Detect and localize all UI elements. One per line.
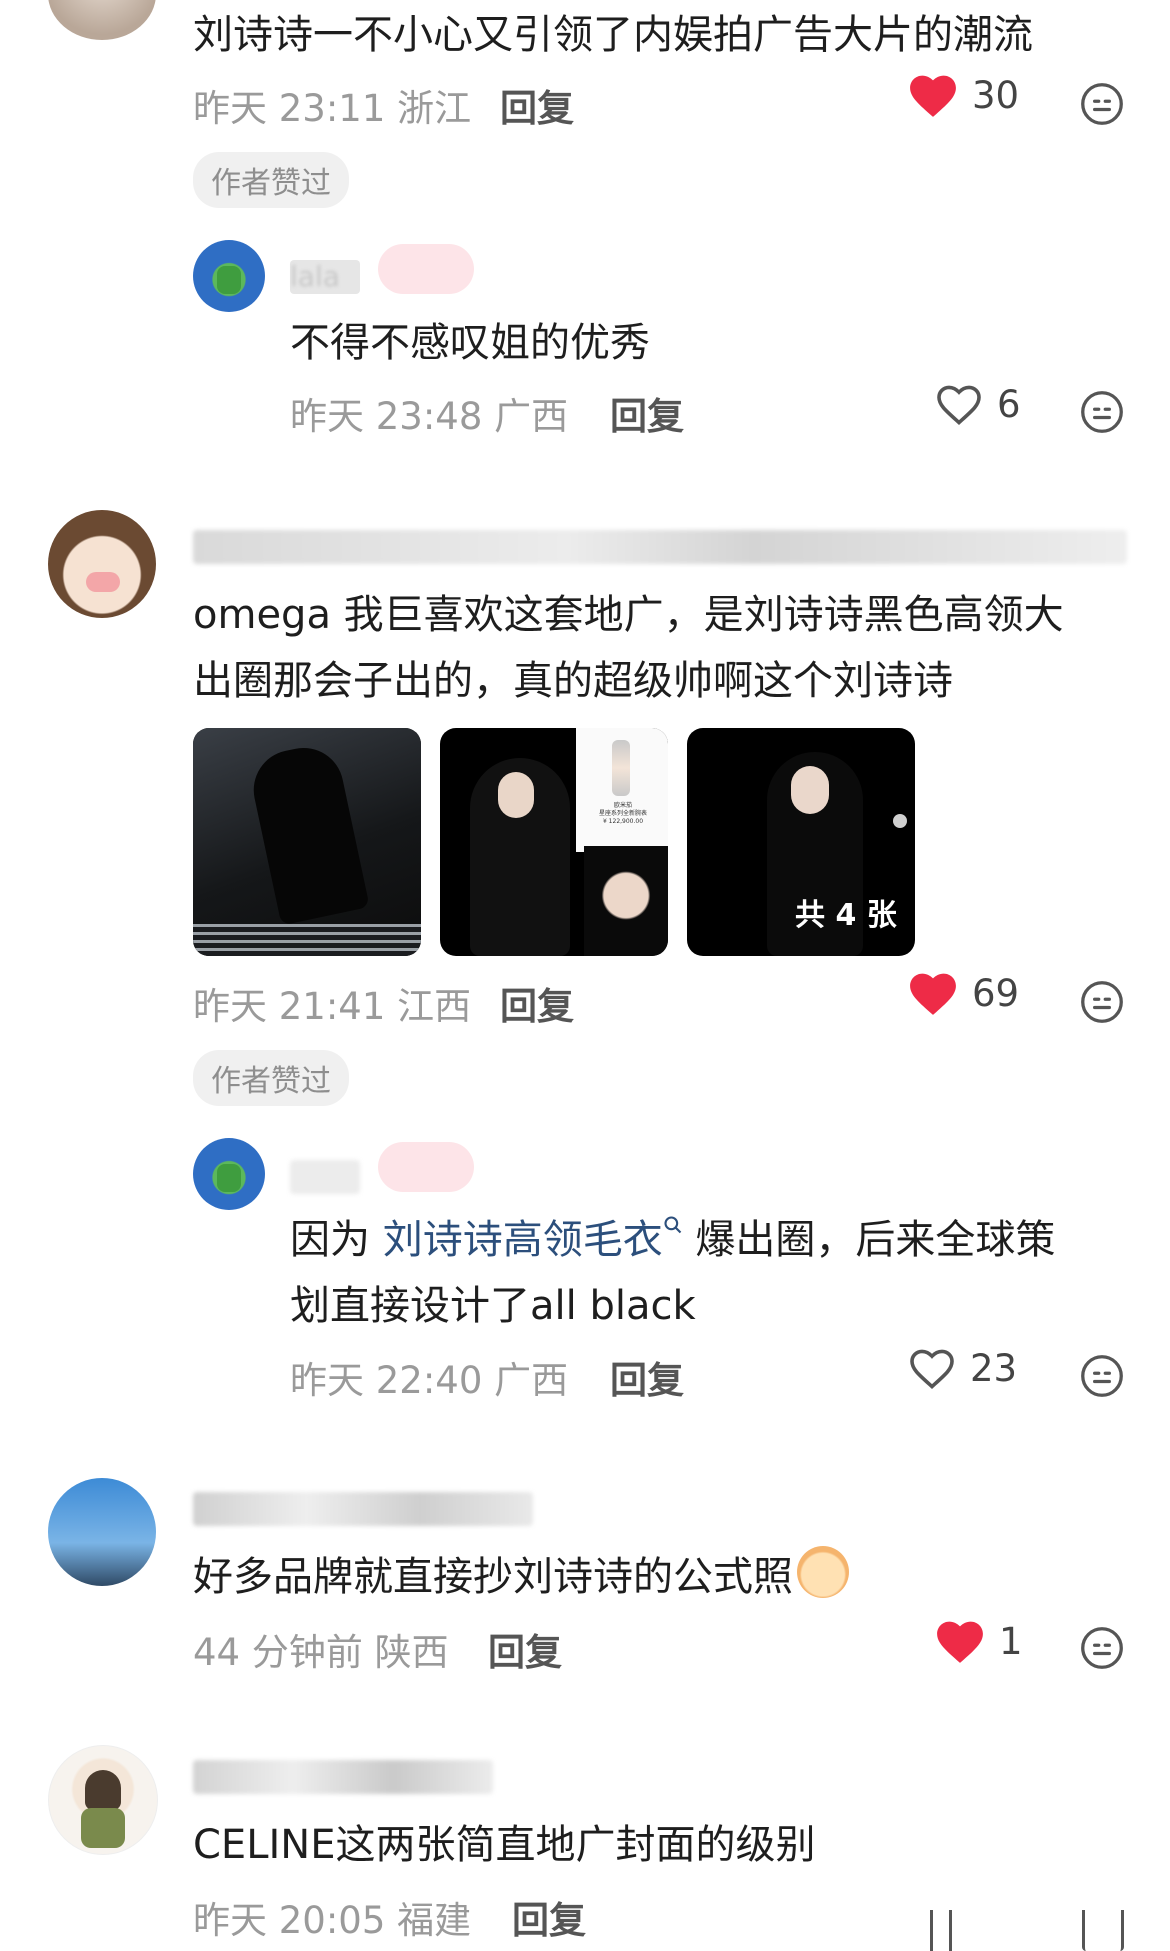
reply-button[interactable]: 回复 — [610, 386, 684, 440]
search-icon[interactable] — [663, 1215, 683, 1235]
smiley-icon[interactable] — [1080, 1626, 1124, 1670]
commenter-avatar[interactable] — [48, 0, 156, 40]
like-count: 69 — [972, 971, 1020, 1015]
commenter-avatar[interactable] — [48, 510, 156, 618]
like-count: 30 — [972, 73, 1020, 117]
smiley-icon[interactable] — [1080, 1354, 1124, 1398]
reply-text-line2: 划直接设计了all black — [290, 1283, 696, 1329]
crying-emoji-icon — [797, 1546, 849, 1598]
reply-location: 广西 — [494, 1359, 569, 1402]
reply-avatar[interactable] — [193, 1138, 265, 1210]
reply-time: 昨天 23:48 — [290, 395, 483, 438]
reply-button[interactable]: 回复 — [488, 1622, 562, 1676]
comment-meta: 昨天 21:41 江西 — [193, 976, 471, 1030]
comment-image-2[interactable]: 欧米茄 星座系列全新腕表 ¥ 122,900.00 — [440, 728, 668, 956]
heart-outline-icon — [910, 1349, 954, 1390]
heart-filled-icon — [910, 75, 956, 117]
like-count: 1 — [999, 1619, 1023, 1663]
heart-filled-icon — [937, 1621, 983, 1663]
commenter-username[interactable] — [193, 530, 1127, 564]
commenter-username[interactable] — [193, 1760, 493, 1794]
like-count: 23 — [970, 1346, 1018, 1390]
reply-meta: 昨天 22:40 广西 — [290, 1350, 568, 1404]
user-title-badge — [378, 1142, 474, 1192]
like-button[interactable]: 1 — [935, 1618, 1023, 1664]
reply-username[interactable] — [290, 1160, 360, 1194]
commenter-avatar[interactable] — [48, 1478, 156, 1586]
user-title-badge — [378, 244, 474, 294]
comment-time: 昨天 20:05 — [193, 1899, 386, 1942]
comment-text-line1: omega 我巨喜欢这套地广，是刘诗诗黑色高领大 — [193, 592, 1064, 638]
reply-button[interactable]: 回复 — [512, 1890, 586, 1944]
commenter-username[interactable] — [193, 1492, 533, 1526]
like-button-partial[interactable] — [930, 1910, 952, 1951]
comment-time: 昨天 21:41 — [193, 985, 386, 1028]
commenter-avatar[interactable] — [48, 1745, 158, 1855]
reply-meta: 昨天 23:48 广西 — [290, 386, 568, 440]
comment-image-3[interactable]: 共 4 张 — [687, 728, 915, 956]
comment-text: 刘诗诗一不小心又引领了内娱拍广告大片的潮流 — [193, 12, 1033, 58]
smiley-icon[interactable] — [1082, 1910, 1124, 1951]
image-count-label: 共 4 张 — [795, 898, 897, 933]
comment-location: 浙江 — [397, 87, 472, 130]
reply-text: 不得不感叹姐的优秀 — [290, 320, 650, 366]
like-button[interactable]: 23 — [908, 1346, 1017, 1390]
comment-location: 江西 — [397, 985, 472, 1028]
like-button[interactable]: 6 — [935, 382, 1021, 426]
comment-text: 好多品牌就直接抄刘诗诗的公式照 — [193, 1544, 849, 1610]
smiley-icon[interactable] — [1080, 980, 1124, 1024]
reply-avatar[interactable] — [193, 240, 265, 312]
search-link[interactable]: 刘诗诗高领毛衣 — [383, 1217, 663, 1263]
comment-meta: 昨天 23:11 浙江 — [193, 78, 471, 132]
reply-button[interactable]: 回复 — [500, 78, 574, 132]
comment-location: 陕西 — [374, 1631, 449, 1674]
comment-meta: 昨天 20:05 福建 — [193, 1890, 471, 1944]
comment-location: 福建 — [397, 1899, 472, 1942]
heart-outline-icon — [937, 385, 981, 426]
reply-time: 昨天 22:40 — [290, 1359, 483, 1402]
author-liked-badge: 作者赞过 — [193, 152, 349, 208]
reply-username[interactable]: lala — [290, 260, 360, 294]
comment-text: CELINE这两张简直地广封面的级别 — [193, 1822, 816, 1868]
like-button[interactable]: 69 — [908, 970, 1019, 1016]
watch-caption: 欧米茄 星座系列全新腕表 ¥ 122,900.00 — [598, 802, 647, 825]
comment-image-1[interactable] — [193, 728, 421, 956]
reply-text-line1: 因为 刘诗诗高领毛衣 爆出圈，后来全球策 — [290, 1215, 1056, 1263]
reply-button[interactable]: 回复 — [500, 976, 574, 1030]
author-liked-badge: 作者赞过 — [193, 1050, 349, 1106]
like-button[interactable]: 30 — [908, 72, 1019, 118]
smiley-icon[interactable] — [1080, 390, 1124, 434]
comment-time: 44 分钟前 — [193, 1631, 363, 1674]
like-count: 6 — [997, 382, 1021, 426]
comment-meta: 44 分钟前 陕西 — [193, 1622, 449, 1676]
reply-button[interactable]: 回复 — [610, 1350, 684, 1404]
reply-location: 广西 — [494, 395, 569, 438]
comment-text-line2: 出圈那会子出的，真的超级帅啊这个刘诗诗 — [193, 658, 953, 704]
comment-time: 昨天 23:11 — [193, 87, 386, 130]
heart-filled-icon — [910, 973, 956, 1015]
smiley-icon[interactable] — [1080, 82, 1124, 126]
